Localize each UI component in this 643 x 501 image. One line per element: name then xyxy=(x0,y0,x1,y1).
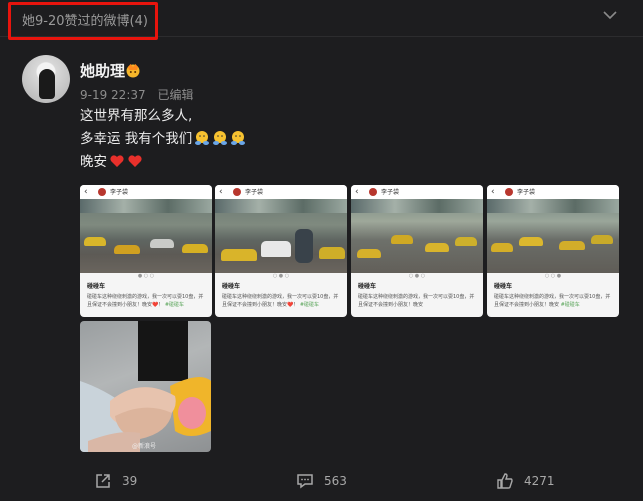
image-caption-title: 碰碰车 xyxy=(358,283,377,290)
heart-icon xyxy=(128,155,142,167)
post-line-3: 晚安 xyxy=(80,151,246,174)
chevron-down-icon[interactable] xyxy=(602,9,618,21)
post-actions: 39 563 4271 xyxy=(0,461,643,501)
hands-photo xyxy=(80,321,211,452)
avatar xyxy=(369,188,377,196)
share-count: 39 xyxy=(122,474,138,488)
image-watermark: @新浪号 xyxy=(132,443,157,450)
back-icon: ‹ xyxy=(355,187,359,197)
image-caption-body: 碰碰车这种绕绕刺激的游戏，我一次可以耍10盘，并且保证不会撞到小朋友！晚安 xyxy=(358,294,475,308)
red-highlight-box xyxy=(8,2,158,40)
post-text: 这世界有那么多人, 多幸运 我有个我们 晚安 xyxy=(80,105,246,174)
edited-label[interactable]: 已编辑 xyxy=(157,88,193,102)
post-line-2-text: 多幸运 我有个我们 xyxy=(80,131,193,147)
post-line-1: 这世界有那么多人, xyxy=(80,108,193,124)
back-icon: ‹ xyxy=(491,187,495,197)
comment-count: 563 xyxy=(324,474,347,488)
post-time[interactable]: 9-19 22:37 xyxy=(80,88,146,102)
image-poster-name: 李子袋 xyxy=(381,189,400,196)
image-caption-body: 碰碰车这种绕绕刺激的游戏，我一次可以耍10盘，并且保证不会撞到小朋友！晚安❤️！… xyxy=(222,294,339,308)
image-caption-title: 碰碰车 xyxy=(494,283,513,290)
avatar[interactable] xyxy=(22,55,70,103)
post-line-3-text: 晚安 xyxy=(80,154,107,170)
image-caption-title: 碰碰车 xyxy=(87,283,106,290)
comment-button[interactable]: 563 xyxy=(296,470,347,492)
share-button[interactable]: 39 xyxy=(94,470,137,492)
image-poster-name: 李子袋 xyxy=(245,189,264,196)
post-image-3[interactable]: ‹ 李子袋 ○ ● ○ 碰碰车 碰碰车这种绕绕刺激的游戏，我一次可以耍10盘，并且… xyxy=(351,185,483,317)
liked-posts-header: 她9-20赞过的微博(4) xyxy=(0,0,643,40)
image-caption-title: 碰碰车 xyxy=(222,283,241,290)
avatar xyxy=(233,188,241,196)
heart-icon xyxy=(110,155,124,167)
hug-emoji-icon xyxy=(195,131,210,145)
post-image-1[interactable]: ‹ 李子袋 ● ○ ○ 碰碰车 碰碰车这种绕绕刺激的游戏，我一次可以耍10盘，并且… xyxy=(80,185,212,317)
post-image-4[interactable]: ‹ 李子袋 ○ ○ ● 碰碰车 碰碰车这种绕绕刺激的游戏，我一次可以耍10盘，并且… xyxy=(487,185,619,317)
image-caption-body: 碰碰车这种绕绕刺激的游戏，我一次可以耍10盘，并且保证不会撞到小朋友！晚安❤️！… xyxy=(87,294,204,308)
author-name[interactable]: 她助理 xyxy=(80,60,125,81)
avatar xyxy=(505,188,513,196)
image-poster-name: 李子袋 xyxy=(110,189,129,196)
hug-emoji-icon xyxy=(213,131,228,145)
post-image-5[interactable]: @新浪号 xyxy=(80,321,211,452)
post-meta: 9-19 22:37 已编辑 xyxy=(80,86,201,103)
image-caption-body: 碰碰车这种绕绕刺激的游戏，我一次可以耍10盘，并且保证不会撞到小朋友！晚安 #碰… xyxy=(494,294,611,308)
like-button[interactable]: 4271 xyxy=(496,470,555,492)
comment-icon xyxy=(297,474,313,489)
hug-emoji-icon xyxy=(231,131,246,145)
share-icon xyxy=(96,474,110,488)
thumbs-up-icon xyxy=(497,473,513,489)
post-line-2: 多幸运 我有个我们 xyxy=(80,128,246,151)
like-count: 4271 xyxy=(524,474,555,488)
image-poster-name: 李子袋 xyxy=(517,189,536,196)
back-icon: ‹ xyxy=(219,187,223,197)
crown-badge-icon xyxy=(126,64,140,78)
post-image-2[interactable]: ‹ 李子袋 ○ ● ○ 碰碰车 碰碰车这种绕绕刺激的游戏，我一次可以耍10盘，并且… xyxy=(215,185,347,317)
back-icon: ‹ xyxy=(84,187,88,197)
avatar xyxy=(98,188,106,196)
